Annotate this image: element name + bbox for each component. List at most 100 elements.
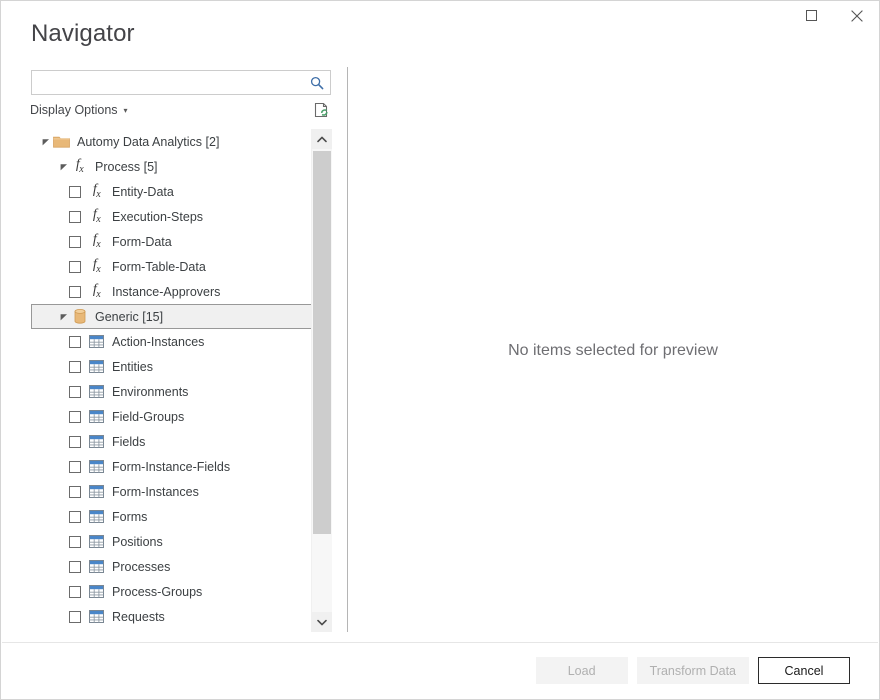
table-icon [89, 335, 104, 348]
tree-node-label: Environments [112, 385, 188, 399]
page-title: Navigator [31, 19, 135, 49]
tree-node-checkbox[interactable] [69, 261, 81, 273]
display-options-menu[interactable]: Display Options ▾ [30, 103, 128, 117]
tree-node[interactable]: fxInstance-Approvers [31, 279, 313, 304]
table-icon [89, 610, 104, 623]
maximize-icon [806, 10, 817, 21]
tree-node[interactable]: fx Form-Table-Data [31, 254, 313, 279]
tree-node-checkbox[interactable] [69, 411, 81, 423]
tree-node-label: Process-Groups [112, 585, 202, 599]
search-icon[interactable] [304, 76, 330, 90]
function-icon: fx [88, 234, 105, 250]
chevron-down-icon: ▾ [124, 107, 128, 115]
tree-node-checkbox[interactable] [69, 561, 81, 573]
transform-data-button[interactable]: Transform Data [637, 657, 749, 684]
table-icon [89, 510, 104, 523]
tree-node-label: Generic [15] [95, 310, 163, 324]
display-options-label: Display Options [30, 103, 118, 117]
tree-node-checkbox[interactable] [69, 511, 81, 523]
function-icon: fx [88, 284, 105, 300]
tree-node[interactable]: fxExecution-Steps [31, 204, 313, 229]
tree-node-checkbox[interactable] [69, 536, 81, 548]
tree-node-label: Field-Groups [112, 410, 184, 424]
tree-node[interactable]: Fields [31, 429, 313, 454]
tree-node-checkbox[interactable] [69, 186, 81, 198]
twisty-expanded-icon [60, 163, 68, 171]
table-icon [89, 435, 104, 448]
table-icon [89, 460, 104, 473]
cancel-button[interactable]: Cancel [758, 657, 850, 684]
tree-scrollbar[interactable] [311, 129, 331, 632]
close-button[interactable] [834, 1, 879, 30]
tree-node-checkbox[interactable] [69, 586, 81, 598]
tree-node-list: Automy Data Analytics [2]fxProcess [5]fx… [31, 129, 313, 629]
function-icon: fx [93, 283, 100, 300]
scroll-down-button[interactable] [312, 612, 332, 632]
tree-node[interactable]: Action-Instances [31, 329, 313, 354]
table-icon [88, 409, 105, 425]
tree-node-checkbox[interactable] [69, 236, 81, 248]
search-box[interactable] [31, 70, 331, 95]
tree-node-checkbox[interactable] [69, 436, 81, 448]
page-refresh-icon[interactable] [312, 101, 332, 121]
function-icon: fx [93, 183, 100, 200]
tree-expander[interactable] [39, 138, 53, 146]
table-icon [89, 560, 104, 573]
tree-node-label: Entities [112, 360, 153, 374]
load-button[interactable]: Load [536, 657, 628, 684]
tree-node-checkbox[interactable] [69, 286, 81, 298]
function-icon: fx [88, 209, 105, 225]
scrollbar-thumb[interactable] [313, 151, 331, 534]
tree-node-label: Fields [112, 435, 145, 449]
tree-node-checkbox[interactable] [69, 336, 81, 348]
tree-node-checkbox[interactable] [69, 461, 81, 473]
tree-node[interactable]: Positions [31, 529, 313, 554]
tree-node[interactable]: Field-Groups [31, 404, 313, 429]
tree-node-checkbox[interactable] [69, 486, 81, 498]
tree-node-label: Forms [112, 510, 147, 524]
database-icon [74, 309, 86, 324]
dialog-footer: Load Transform Data Cancel [2, 642, 878, 698]
tree-node-label: Form-Table-Data [112, 260, 206, 274]
tree-node[interactable]: Process-Groups [31, 579, 313, 604]
tree-node[interactable]: Environments [31, 379, 313, 404]
function-icon: fx [93, 258, 100, 275]
tree-node[interactable]: Form-Instance-Fields [31, 454, 313, 479]
tree-node-checkbox[interactable] [69, 361, 81, 373]
tree-node[interactable]: fxForm-Data [31, 229, 313, 254]
chevron-down-icon [317, 619, 327, 626]
tree-node-checkbox[interactable] [69, 386, 81, 398]
tree-expander[interactable] [57, 313, 71, 321]
table-icon [88, 384, 105, 400]
tree-node[interactable]: fxEntity-Data [31, 179, 313, 204]
tree-node-label: Action-Instances [112, 335, 204, 349]
tree-node-checkbox[interactable] [69, 211, 81, 223]
tree-node[interactable]: Automy Data Analytics [2] [31, 129, 313, 154]
database-icon [71, 309, 88, 325]
close-icon [851, 10, 863, 22]
search-input[interactable] [37, 72, 304, 93]
source-tree[interactable]: Automy Data Analytics [2]fxProcess [5]fx… [31, 129, 331, 632]
preview-pane: No items selected for preview [348, 67, 878, 632]
tree-expander[interactable] [57, 163, 71, 171]
tree-node[interactable]: fxProcess [5] [31, 154, 313, 179]
function-icon: fx [88, 259, 105, 275]
tree-node[interactable]: Generic [15] [31, 304, 313, 329]
tree-node[interactable]: Form-Instances [31, 479, 313, 504]
scroll-up-button[interactable] [312, 129, 332, 149]
tree-node-checkbox[interactable] [69, 611, 81, 623]
chevron-up-icon [317, 136, 327, 143]
table-icon [88, 334, 105, 350]
folder-icon [53, 134, 70, 150]
table-icon [89, 535, 104, 548]
tree-node[interactable]: Processes [31, 554, 313, 579]
tree-node[interactable]: Requests [31, 604, 313, 629]
table-icon [89, 485, 104, 498]
maximize-button[interactable] [789, 1, 834, 30]
table-icon [88, 434, 105, 450]
twisty-expanded-icon [60, 313, 68, 321]
tree-node[interactable]: Forms [31, 504, 313, 529]
table-icon [89, 410, 104, 423]
tree-node[interactable]: Entities [31, 354, 313, 379]
navigator-dialog: Navigator Display Options ▾ Autom [0, 0, 880, 700]
